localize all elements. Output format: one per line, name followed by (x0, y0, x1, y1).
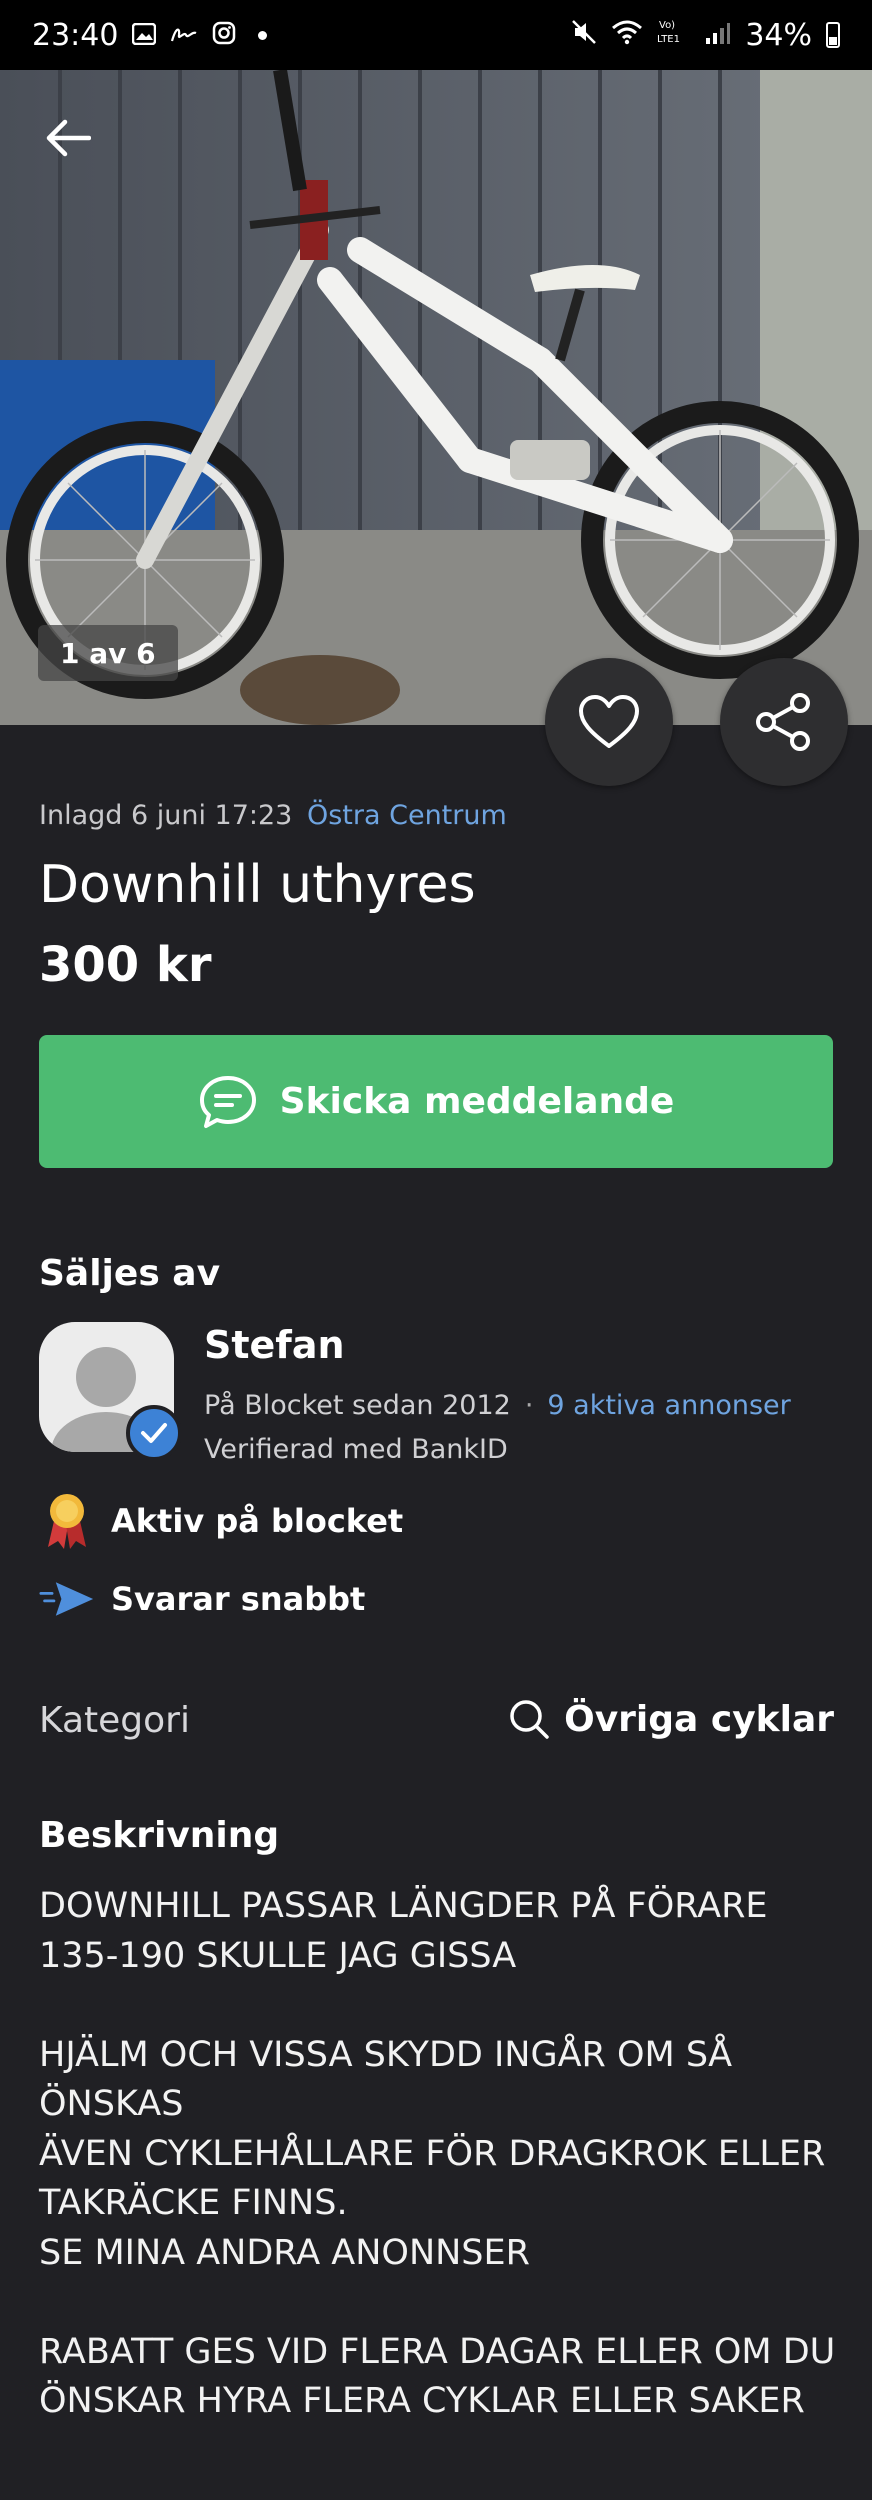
description-text: DOWNHILL PASSAR LÄNGDER PÅ FÖRARE 135-19… (39, 1886, 836, 2421)
category-label: Kategori (39, 1700, 190, 1741)
location-link[interactable]: Östra Centrum (307, 800, 507, 831)
arrow-left-icon (46, 119, 91, 157)
share-icon (756, 693, 810, 751)
category-link[interactable]: Övriga cyklar (508, 1698, 834, 1740)
search-icon (510, 1700, 549, 1739)
heart-icon (579, 695, 639, 748)
volte-icon: Vo) LTE1 (657, 17, 691, 53)
status-bar: 23:40 Vo) LTE1 34% (0, 0, 872, 70)
battery-icon (826, 22, 840, 48)
seller-name[interactable]: Stefan (204, 1323, 345, 1367)
perk-fast-label: Svarar snabbt (111, 1580, 366, 1618)
separator-dot: · (524, 1390, 534, 1421)
image-counter: 1 av 6 (38, 625, 178, 681)
posted-date: Inlagd 6 juni 17:23 (39, 800, 293, 831)
share-button[interactable] (720, 658, 848, 786)
bankid-verified: Verifierad med BankID (204, 1434, 508, 1465)
listing-meta: Inlagd 6 juni 17:23 Östra Centrum (39, 800, 507, 831)
active-ads-link[interactable]: 9 aktiva annonser (547, 1390, 790, 1421)
gallery-icon (132, 18, 157, 53)
member-since: På Blocket sedan 2012 (204, 1390, 511, 1421)
favorite-button[interactable] (545, 658, 673, 786)
status-time: 23:40 (32, 17, 119, 53)
notification-dot-icon (258, 30, 268, 40)
signature-icon (170, 18, 198, 53)
perk-active-label: Aktiv på blocket (111, 1502, 404, 1540)
paper-plane-icon (39, 1571, 95, 1627)
svg-text:LTE1: LTE1 (657, 34, 680, 45)
chat-bubble-icon (199, 1075, 256, 1128)
svg-text:Vo): Vo) (659, 20, 675, 31)
battery-percent: 34% (745, 17, 812, 53)
wifi-icon (611, 18, 643, 53)
category-value: Övriga cyklar (564, 1698, 834, 1740)
verified-badge-icon (126, 1405, 182, 1461)
back-button[interactable] (38, 108, 98, 168)
seller-heading: Säljes av (39, 1253, 221, 1294)
perk-fast-reply: Svarar snabbt (39, 1571, 365, 1627)
description-heading: Beskrivning (39, 1815, 280, 1856)
mute-icon (571, 18, 597, 53)
send-message-label: Skicka meddelande (279, 1081, 675, 1122)
instagram-icon (212, 18, 236, 53)
send-message-button[interactable]: Skicka meddelande (39, 1035, 833, 1168)
listing-price: 300 kr (39, 937, 212, 993)
seller-info: På Blocket sedan 2012 · 9 aktiva annonse… (204, 1390, 791, 1421)
perk-active: Aktiv på blocket (39, 1493, 403, 1549)
listing-title: Downhill uthyres (39, 855, 476, 915)
medal-icon (39, 1493, 95, 1549)
signal-icon (705, 18, 731, 53)
